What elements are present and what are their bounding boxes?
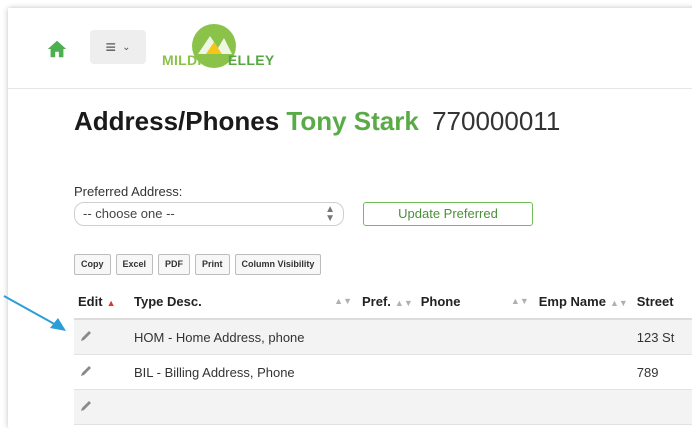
preferred-address-label: Preferred Address:	[74, 184, 183, 199]
type-cell	[130, 389, 358, 425]
col-edit-label: Edit	[78, 293, 103, 309]
excel-button[interactable]: Excel	[115, 254, 154, 275]
sort-icon: ▲▼	[609, 297, 628, 308]
page-title-text: Address/Phones	[74, 106, 280, 136]
col-street[interactable]: Street	[632, 284, 692, 320]
table-row	[74, 389, 692, 425]
print-button[interactable]: Print	[195, 254, 230, 275]
col-pref[interactable]: Pref. ▲▼	[358, 284, 417, 320]
annotation-arrow-icon	[3, 295, 66, 331]
logo-text-b: ELLEY	[227, 52, 275, 68]
app-window: ≡ ⌄ MILDREDELLEY Address/Phones Tony Sta…	[8, 8, 692, 428]
pref-cell	[358, 319, 417, 355]
col-emp-name-label: Emp Name	[538, 293, 606, 309]
table-row: BIL - Billing Address, Phone 789	[74, 354, 692, 390]
edit-cell[interactable]	[74, 319, 130, 355]
pencil-icon[interactable]	[78, 363, 94, 379]
col-edit[interactable]: Edit ▲	[74, 284, 130, 320]
chevron-down-icon: ⌄	[122, 41, 131, 53]
select-value: -- choose one --	[83, 206, 175, 221]
pencil-icon[interactable]	[78, 328, 94, 344]
edit-cell[interactable]	[74, 389, 130, 425]
sort-icon: ▲▼	[334, 296, 352, 306]
col-street-label: Street	[636, 293, 674, 309]
logo-text: MILDREDELLEY	[162, 52, 275, 68]
person-name: Tony Stark	[286, 106, 419, 136]
pencil-icon[interactable]	[78, 398, 94, 414]
col-emp-name[interactable]: Emp Name ▲▼	[534, 284, 633, 320]
logo: MILDREDELLEY	[162, 20, 302, 72]
edit-cell[interactable]	[74, 354, 130, 390]
select-arrows-icon: ▲ ▼	[325, 204, 335, 224]
page-title: Address/Phones Tony Stark 770000011	[74, 106, 560, 137]
pref-cell	[358, 389, 417, 425]
col-phone-label: Phone	[420, 293, 461, 309]
logo-text-a: MILDRED	[162, 52, 228, 68]
menu-button[interactable]: ≡ ⌄	[90, 30, 146, 64]
pdf-button[interactable]: PDF	[158, 254, 191, 275]
col-pref-label: Pref.	[362, 293, 391, 309]
street-cell: 789	[632, 354, 692, 390]
phone-cell	[416, 354, 535, 390]
table-header-row: Edit ▲ Type Desc. ▲▼ Pref. ▲▼ Phone ▲▼ Emp N…	[74, 284, 692, 320]
update-preferred-button[interactable]: Update Preferred	[363, 202, 533, 226]
pref-cell	[358, 354, 417, 390]
table-row: HOM - Home Address, phone 123 St	[74, 319, 692, 355]
type-cell: HOM - Home Address, phone	[130, 319, 358, 355]
type-cell: BIL - Billing Address, Phone	[130, 354, 358, 390]
col-type-desc[interactable]: Type Desc. ▲▼	[130, 284, 358, 320]
street-cell	[632, 389, 692, 425]
sort-icon: ▲▼	[394, 297, 413, 308]
address-table: Edit ▲ Type Desc. ▲▼ Pref. ▲▼ Phone ▲▼ Emp N…	[74, 284, 692, 425]
col-type-label: Type Desc.	[134, 293, 202, 309]
column-visibility-button[interactable]: Column Visibility	[234, 254, 322, 275]
person-id: 770000011	[432, 106, 561, 136]
sort-asc-icon: ▲	[106, 297, 116, 308]
preferred-address-select[interactable]: -- choose one -- ▲ ▼	[74, 202, 344, 226]
phone-cell	[416, 319, 535, 355]
col-phone[interactable]: Phone ▲▼	[416, 284, 535, 320]
emp-name-cell	[534, 389, 633, 425]
table-toolbar: Copy Excel PDF Print Column Visibility	[74, 254, 322, 275]
top-bar: ≡ ⌄ MILDREDELLEY	[8, 8, 692, 89]
phone-cell	[416, 389, 535, 425]
hamburger-icon: ≡	[105, 37, 117, 57]
copy-button[interactable]: Copy	[74, 254, 111, 275]
home-icon[interactable]	[46, 38, 68, 60]
sort-icon: ▲▼	[510, 296, 529, 306]
street-cell: 123 St	[632, 319, 692, 355]
emp-name-cell	[534, 354, 633, 390]
emp-name-cell	[534, 319, 633, 355]
